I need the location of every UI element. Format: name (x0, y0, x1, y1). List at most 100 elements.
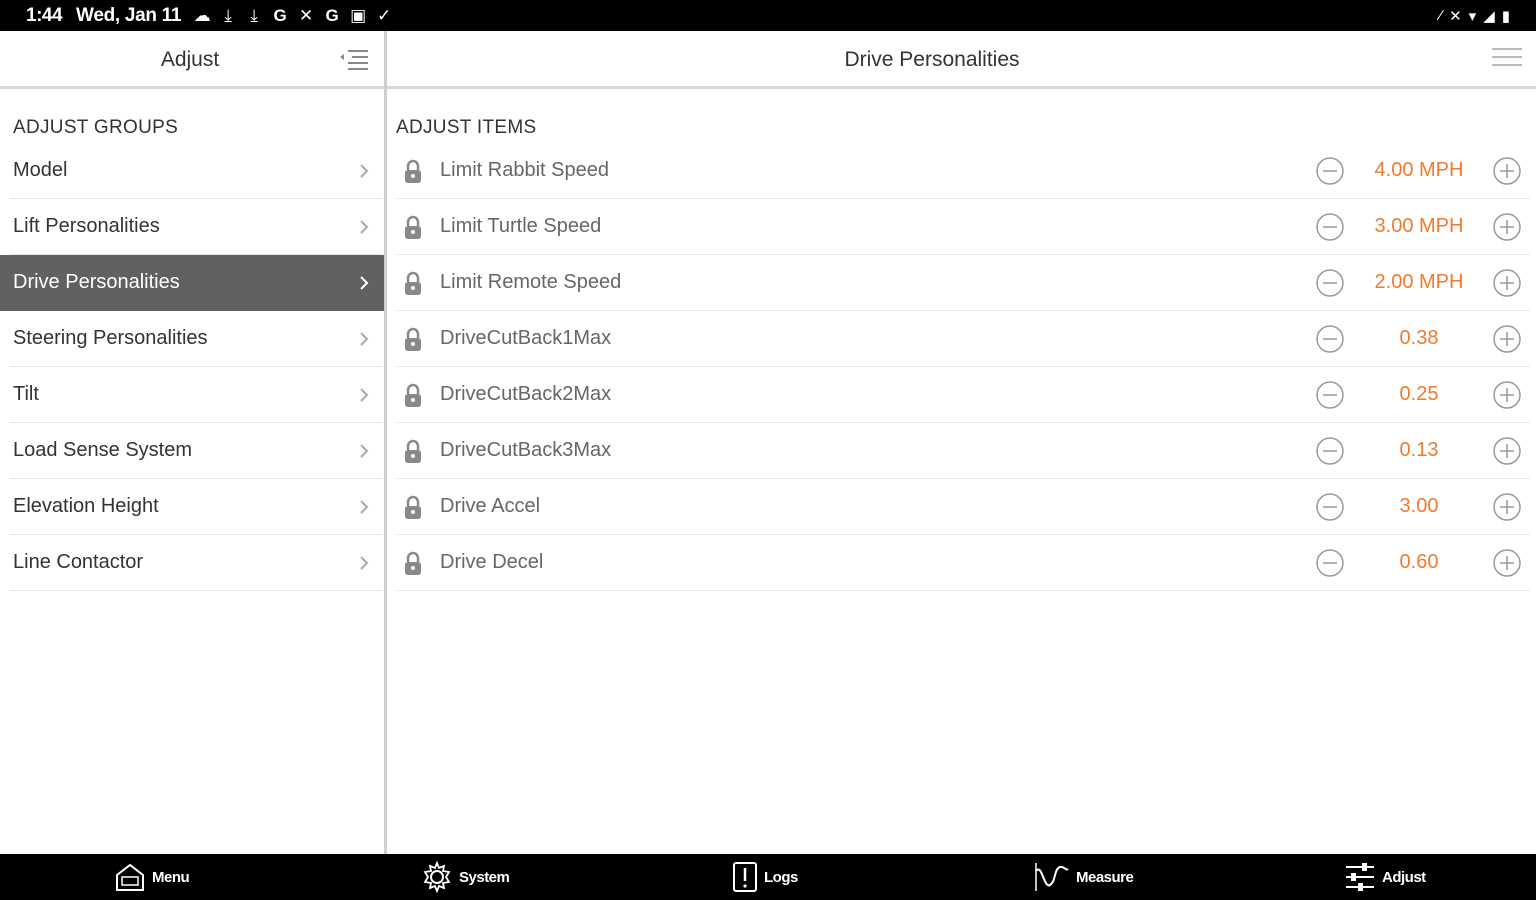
increment-button[interactable] (1492, 212, 1522, 242)
nav-system[interactable]: System (421, 854, 510, 900)
adjust-item-label: DriveCutBack3Max (440, 439, 612, 461)
decrement-button[interactable] (1315, 436, 1345, 466)
decrement-button[interactable] (1315, 492, 1345, 522)
decrement-button[interactable] (1315, 212, 1345, 242)
group-item-label: Line Contactor (13, 551, 144, 573)
increment-button[interactable] (1492, 324, 1522, 354)
google-icon: G (273, 5, 287, 25)
status-bar: 1:44 Wed, Jan 11 ☁ ⤓ ⤓ G ✕ G ▣ ✓ ⁄ ✕ ▾ ◢… (0, 0, 1536, 31)
chevron-right-icon (360, 556, 369, 570)
adjust-item-value: 2.00 MPH (1374, 271, 1464, 293)
chevron-right-icon (360, 276, 369, 290)
adjust-item-label: Drive Accel (440, 495, 541, 517)
adjust-item-label: DriveCutBack2Max (440, 383, 612, 405)
waveform-icon (1035, 863, 1069, 891)
hamburger-menu-icon[interactable] (1490, 45, 1524, 71)
adjust-item-label: Limit Turtle Speed (440, 215, 602, 237)
group-item[interactable]: Drive Personalities (0, 255, 384, 311)
lock-icon[interactable] (403, 495, 423, 521)
group-item-label: Lift Personalities (13, 215, 160, 237)
detail-title: Drive Personalities (844, 48, 1020, 71)
adjust-items-list: Limit Rabbit Speed 4.00 MPH Limit Turtle S… (395, 143, 1530, 591)
nav-menu-label: Menu (152, 868, 190, 886)
download-icon: ⤓ (224, 5, 232, 25)
group-item[interactable]: Load Sense System (10, 423, 382, 479)
group-item[interactable]: Steering Personalities (10, 311, 382, 367)
group-item[interactable]: Model (10, 143, 382, 199)
system-icons: ⁄ ✕ ▾ ◢ ▮ (1440, 7, 1510, 25)
left-header: Adjust (0, 31, 384, 89)
decrement-button[interactable] (1315, 324, 1345, 354)
cloud-icon: ☁ (193, 5, 211, 25)
wifi-icon: ▾ (1468, 7, 1477, 25)
cell-signal-icon: ◢ (1483, 7, 1495, 25)
adjust-items-panel: Drive Personalities ADJUST ITEMS Limit R… (387, 31, 1536, 854)
adjust-groups-list: Model Lift Personalities Drive Personaliti… (0, 143, 384, 591)
adjust-item-row: Limit Rabbit Speed 4.00 MPH (395, 143, 1530, 199)
chevron-right-icon (360, 220, 369, 234)
lock-icon[interactable] (403, 439, 423, 465)
group-item[interactable]: Line Contactor (10, 535, 382, 591)
adjust-item-value: 4.00 MPH (1374, 159, 1464, 181)
adjust-item-label: Limit Remote Speed (440, 271, 622, 293)
bottom-navigation: Menu System Logs Measure Adjust (0, 854, 1536, 900)
lock-icon[interactable] (403, 159, 423, 185)
group-item[interactable]: Elevation Height (10, 479, 382, 535)
increment-button[interactable] (1492, 380, 1522, 410)
adjust-item-value: 0.13 (1399, 439, 1439, 461)
decrement-button[interactable] (1315, 380, 1345, 410)
google-icon: G (325, 5, 339, 25)
chevron-right-icon (360, 500, 369, 514)
nav-logs[interactable]: Logs (732, 854, 798, 900)
adjust-item-value: 0.60 (1399, 551, 1439, 573)
lock-icon[interactable] (403, 215, 423, 241)
increment-button[interactable] (1492, 492, 1522, 522)
lock-icon[interactable] (403, 327, 423, 353)
nav-adjust-label: Adjust (1382, 868, 1426, 886)
gear-icon (423, 861, 451, 893)
status-time: 1:44 (26, 4, 63, 26)
battery-icon: ▮ (1501, 7, 1510, 25)
collapse-menu-icon[interactable] (338, 47, 370, 73)
adjust-item-row: DriveCutBack2Max 0.25 (395, 367, 1530, 423)
adjust-items-label: ADJUST ITEMS (396, 117, 537, 138)
decrement-button[interactable] (1315, 156, 1345, 186)
right-header: Drive Personalities (387, 31, 1536, 89)
lock-icon[interactable] (403, 271, 423, 297)
nav-measure[interactable]: Measure (1034, 854, 1134, 900)
lock-icon[interactable] (403, 551, 423, 577)
nav-logs-label: Logs (764, 868, 798, 886)
group-item-label: Drive Personalities (13, 271, 180, 293)
chevron-right-icon (360, 444, 369, 458)
adjust-item-row: Limit Remote Speed 2.00 MPH (395, 255, 1530, 311)
nav-system-label: System (459, 868, 510, 886)
decrement-button[interactable] (1315, 548, 1345, 578)
group-item-label: Elevation Height (13, 495, 159, 517)
decrement-button[interactable] (1315, 268, 1345, 298)
chevron-right-icon (360, 388, 369, 402)
group-item-label: Tilt (13, 383, 39, 405)
adjust-groups-label: ADJUST GROUPS (13, 117, 179, 138)
image-icon: ▣ (350, 5, 367, 25)
increment-button[interactable] (1492, 548, 1522, 578)
adjust-item-value: 0.38 (1399, 327, 1439, 349)
group-item[interactable]: Tilt (10, 367, 382, 423)
adjust-item-value: 0.25 (1399, 383, 1439, 405)
adjust-item-row: DriveCutBack1Max 0.38 (395, 311, 1530, 367)
increment-button[interactable] (1492, 268, 1522, 298)
lock-icon[interactable] (403, 383, 423, 409)
download-icon: ⤓ (250, 5, 258, 25)
nav-adjust[interactable]: Adjust (1344, 854, 1426, 900)
chevron-right-icon (360, 332, 369, 346)
group-item-label: Load Sense System (13, 439, 192, 461)
increment-button[interactable] (1492, 436, 1522, 466)
nav-menu[interactable]: Menu (114, 854, 190, 900)
group-item-label: Model (13, 159, 68, 181)
adjust-item-label: Limit Rabbit Speed (440, 159, 609, 181)
signal-slash-icon: ⁄ (1439, 7, 1443, 24)
increment-button[interactable] (1492, 156, 1522, 186)
group-item[interactable]: Lift Personalities (10, 199, 382, 255)
sliders-icon (1346, 863, 1374, 891)
adjust-item-row: DriveCutBack3Max 0.13 (395, 423, 1530, 479)
crossed-tools-icon: ✕ (299, 5, 314, 25)
